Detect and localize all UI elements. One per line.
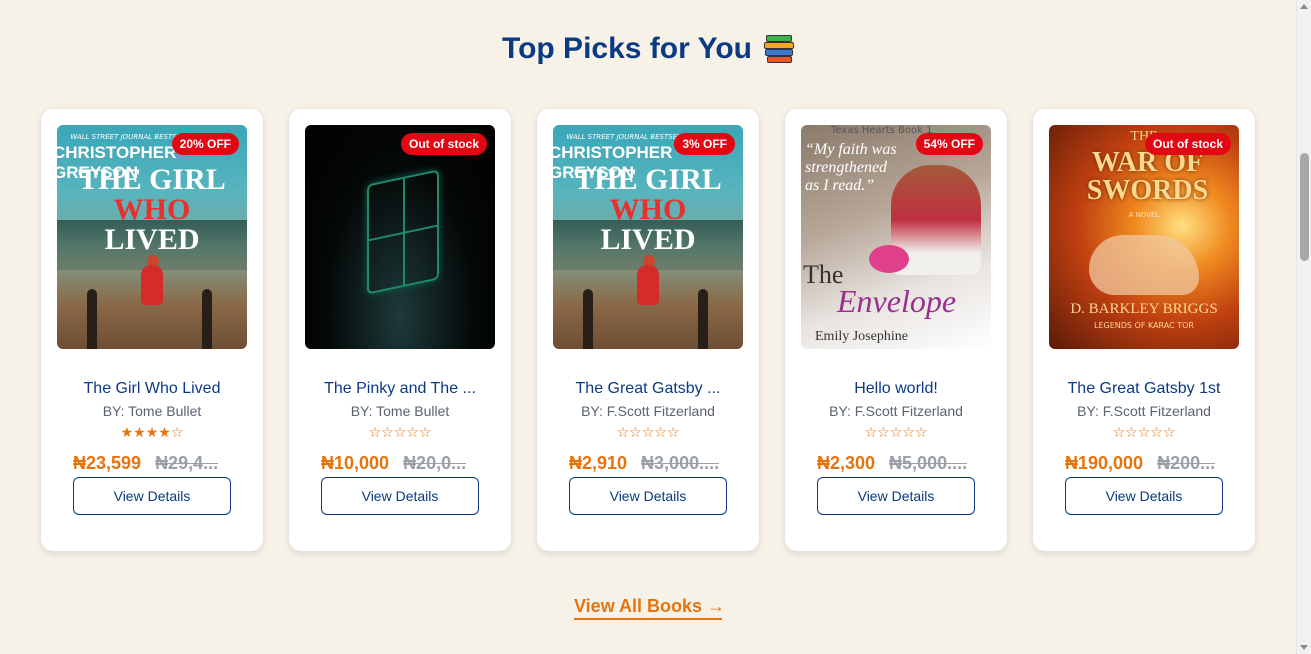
star-empty-icon: ☆ xyxy=(1112,425,1126,441)
book-author: BY: Tome Bullet xyxy=(102,403,202,419)
book-card[interactable]: Out of stock The Pinky and The ... BY: T… xyxy=(289,109,511,551)
star-empty-icon: ☆ xyxy=(864,425,878,441)
book-title[interactable]: The Pinky and The ... xyxy=(301,380,499,398)
star-empty-icon: ☆ xyxy=(170,425,184,441)
view-all-books-link[interactable]: View All Books → xyxy=(574,596,725,620)
star-filled-icon: ★ xyxy=(145,425,159,441)
book-cover[interactable]: WALL STREET JOURNAL BESTSELLING AUTHOR C… xyxy=(57,125,247,349)
scroll-down-arrow-icon[interactable] xyxy=(1300,645,1308,650)
price-row: ₦190,000 ₦200... xyxy=(1065,453,1223,474)
scroll-up-arrow-icon[interactable] xyxy=(1300,4,1308,9)
star-empty-icon: ☆ xyxy=(914,425,928,441)
book-author: BY: F.Scott Fitzerland xyxy=(581,403,715,419)
price-row: ₦2,300 ₦5,000.... xyxy=(817,453,975,474)
star-empty-icon: ☆ xyxy=(629,425,642,441)
book-cover[interactable]: WALL STREET JOURNAL BESTSELLING AUTHOR C… xyxy=(553,125,743,349)
book-cover[interactable]: Texas Hearts Book 1 “My faith was streng… xyxy=(801,125,991,349)
book-title[interactable]: The Great Gatsby 1st xyxy=(1045,380,1243,398)
book-title[interactable]: Hello world! xyxy=(797,380,995,398)
rating-stars: ★★★★☆ xyxy=(41,425,263,441)
star-empty-icon: ☆ xyxy=(666,425,680,441)
discount-badge: 20% OFF xyxy=(171,133,239,155)
price-row: ₦23,599 ₦29,4... xyxy=(73,453,231,474)
rating-stars: ☆☆☆☆☆ xyxy=(537,425,759,441)
original-price: ₦3,000.... xyxy=(641,453,720,473)
vertical-scrollbar[interactable] xyxy=(1296,0,1311,654)
view-details-button[interactable]: View Details xyxy=(73,477,231,515)
star-empty-icon: ☆ xyxy=(1150,425,1163,441)
star-filled-icon: ★ xyxy=(120,425,134,441)
section-title: Top Picks for You xyxy=(501,32,753,65)
books-icon xyxy=(764,34,795,64)
book-cover[interactable] xyxy=(305,125,495,349)
book-card[interactable]: WALL STREET JOURNAL BESTSELLING AUTHOR C… xyxy=(41,109,263,551)
star-empty-icon: ☆ xyxy=(406,425,419,441)
book-card[interactable]: THE WAR OF SWORDS A NOVEL D. BARKLEY BRI… xyxy=(1033,109,1255,551)
view-details-button[interactable]: View Details xyxy=(817,477,975,515)
star-empty-icon: ☆ xyxy=(877,425,890,441)
current-price: ₦190,000 xyxy=(1065,453,1144,473)
current-price: ₦23,599 xyxy=(73,453,142,473)
star-empty-icon: ☆ xyxy=(641,425,655,441)
star-empty-icon: ☆ xyxy=(616,425,630,441)
star-empty-icon: ☆ xyxy=(381,425,394,441)
original-price: ₦20,0... xyxy=(403,453,467,473)
book-author: BY: F.Scott Fitzerland xyxy=(1077,403,1211,419)
star-empty-icon: ☆ xyxy=(418,425,432,441)
price-row: ₦2,910 ₦3,000.... xyxy=(569,453,727,474)
scroll-thumb[interactable] xyxy=(1300,153,1309,261)
current-price: ₦10,000 xyxy=(321,453,390,473)
section-heading: Top Picks for You xyxy=(0,32,1296,66)
original-price: ₦29,4... xyxy=(155,453,219,473)
book-card[interactable]: Texas Hearts Book 1 “My faith was streng… xyxy=(785,109,1007,551)
book-card[interactable]: WALL STREET JOURNAL BESTSELLING AUTHOR C… xyxy=(537,109,759,551)
book-title[interactable]: The Great Gatsby ... xyxy=(549,380,747,398)
star-empty-icon: ☆ xyxy=(654,425,667,441)
book-cover[interactable]: THE WAR OF SWORDS A NOVEL D. BARKLEY BRI… xyxy=(1049,125,1239,349)
view-details-button[interactable]: View Details xyxy=(569,477,727,515)
star-filled-icon: ★ xyxy=(158,425,171,441)
original-price: ₦200... xyxy=(1157,453,1216,473)
star-filled-icon: ★ xyxy=(133,425,146,441)
rating-stars: ☆☆☆☆☆ xyxy=(289,425,511,441)
current-price: ₦2,300 xyxy=(817,453,876,473)
book-author: BY: F.Scott Fitzerland xyxy=(829,403,963,419)
star-empty-icon: ☆ xyxy=(368,425,382,441)
rating-stars: ☆☆☆☆☆ xyxy=(1033,425,1255,441)
star-empty-icon: ☆ xyxy=(889,425,903,441)
view-details-button[interactable]: View Details xyxy=(1065,477,1223,515)
book-author: BY: Tome Bullet xyxy=(350,403,450,419)
price-row: ₦10,000 ₦20,0... xyxy=(321,453,479,474)
stock-badge: Out of stock xyxy=(400,133,487,155)
star-empty-icon: ☆ xyxy=(1125,425,1138,441)
original-price: ₦5,000.... xyxy=(889,453,968,473)
discount-badge: 54% OFF xyxy=(915,133,983,155)
book-title[interactable]: The Girl Who Lived xyxy=(53,380,251,398)
star-empty-icon: ☆ xyxy=(393,425,407,441)
rating-stars: ☆☆☆☆☆ xyxy=(785,425,1007,441)
star-empty-icon: ☆ xyxy=(1162,425,1176,441)
view-details-button[interactable]: View Details xyxy=(321,477,479,515)
star-empty-icon: ☆ xyxy=(902,425,915,441)
current-price: ₦2,910 xyxy=(569,453,628,473)
star-empty-icon: ☆ xyxy=(1137,425,1151,441)
stock-badge: Out of stock xyxy=(1144,133,1231,155)
discount-badge: 3% OFF xyxy=(674,133,735,155)
